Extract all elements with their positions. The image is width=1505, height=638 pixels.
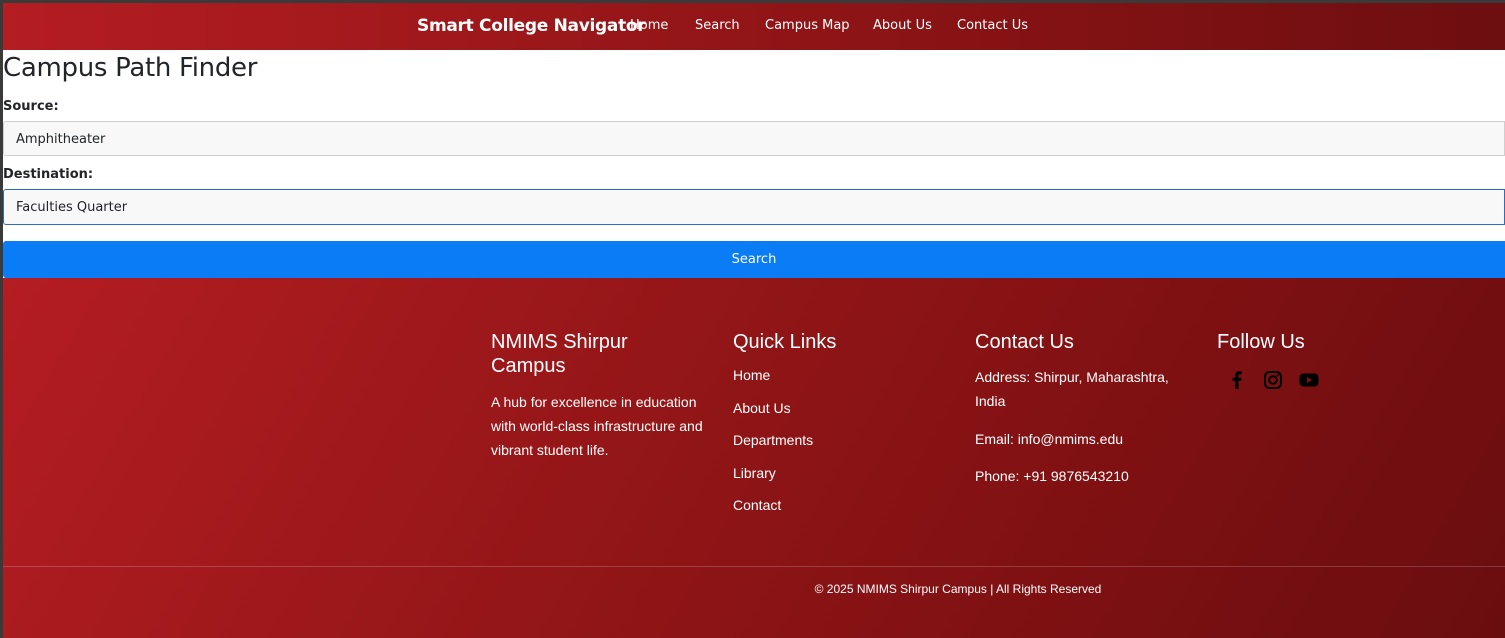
facebook-icon[interactable] <box>1225 368 1249 392</box>
footer-quick-links-column: Quick Links Home About Us Departments Li… <box>733 330 948 528</box>
footer-quick-links-list: Home About Us Departments Library Contac… <box>733 365 948 528</box>
nav-contact-us-link[interactable]: Contact Us <box>957 18 1028 33</box>
footer-contact-email: Email: info@nmims.edu <box>975 431 1124 447</box>
nav-search-link[interactable]: Search <box>695 18 740 33</box>
nav-about-us-link[interactable]: About Us <box>873 18 932 33</box>
source-select[interactable]: Amphitheater <box>3 121 1505 156</box>
nav-home-link[interactable]: Home <box>630 18 668 33</box>
footer-divider <box>3 566 1505 567</box>
footer-about-column: NMIMS Shirpur Campus A hub for excellenc… <box>491 330 706 462</box>
destination-select[interactable]: Faculties Quarter <box>3 189 1505 225</box>
source-label: Source: <box>3 99 59 114</box>
brand-title[interactable]: Smart College Navigator <box>417 16 646 36</box>
destination-selected-value: Faculties Quarter <box>16 200 128 215</box>
browser-viewport: Smart College Navigator Home Search Camp… <box>3 3 1505 638</box>
footer-link-library[interactable]: Library <box>733 463 948 496</box>
footer-contact-address: Address: Shirpur, Maharashtra, India <box>975 369 1169 409</box>
youtube-icon[interactable] <box>1297 368 1321 392</box>
source-selected-value: Amphitheater <box>16 132 106 147</box>
site-footer: NMIMS Shirpur Campus A hub for excellenc… <box>3 278 1505 638</box>
footer-about-text: A hub for excellence in education with w… <box>491 394 703 458</box>
footer-link-about-us[interactable]: About Us <box>733 398 948 431</box>
search-button[interactable]: Search <box>3 241 1505 278</box>
footer-contact-heading: Contact Us <box>975 331 1074 353</box>
top-navbar: Smart College Navigator Home Search Camp… <box>3 3 1505 50</box>
footer-link-home[interactable]: Home <box>733 365 948 398</box>
footer-link-departments[interactable]: Departments <box>733 430 948 463</box>
page-title: Campus Path Finder <box>3 53 258 83</box>
footer-follow-column: Follow Us <box>1217 330 1432 392</box>
footer-contact-column: Contact Us Address: Shirpur, Maharashtra… <box>975 330 1190 488</box>
footer-contact-phone: Phone: +91 9876543210 <box>975 468 1129 484</box>
instagram-icon[interactable] <box>1261 368 1285 392</box>
destination-label: Destination: <box>3 167 94 182</box>
footer-link-contact[interactable]: Contact <box>733 495 948 528</box>
footer-quick-links-heading: Quick Links <box>733 331 837 353</box>
footer-follow-heading: Follow Us <box>1217 331 1305 353</box>
nav-campus-map-link[interactable]: Campus Map <box>765 18 850 33</box>
footer-copyright: © 2025 NMIMS Shirpur Campus | All Rights… <box>814 582 1102 596</box>
social-icons <box>1217 368 1432 392</box>
footer-about-heading: NMIMS Shirpur Campus <box>491 331 628 377</box>
